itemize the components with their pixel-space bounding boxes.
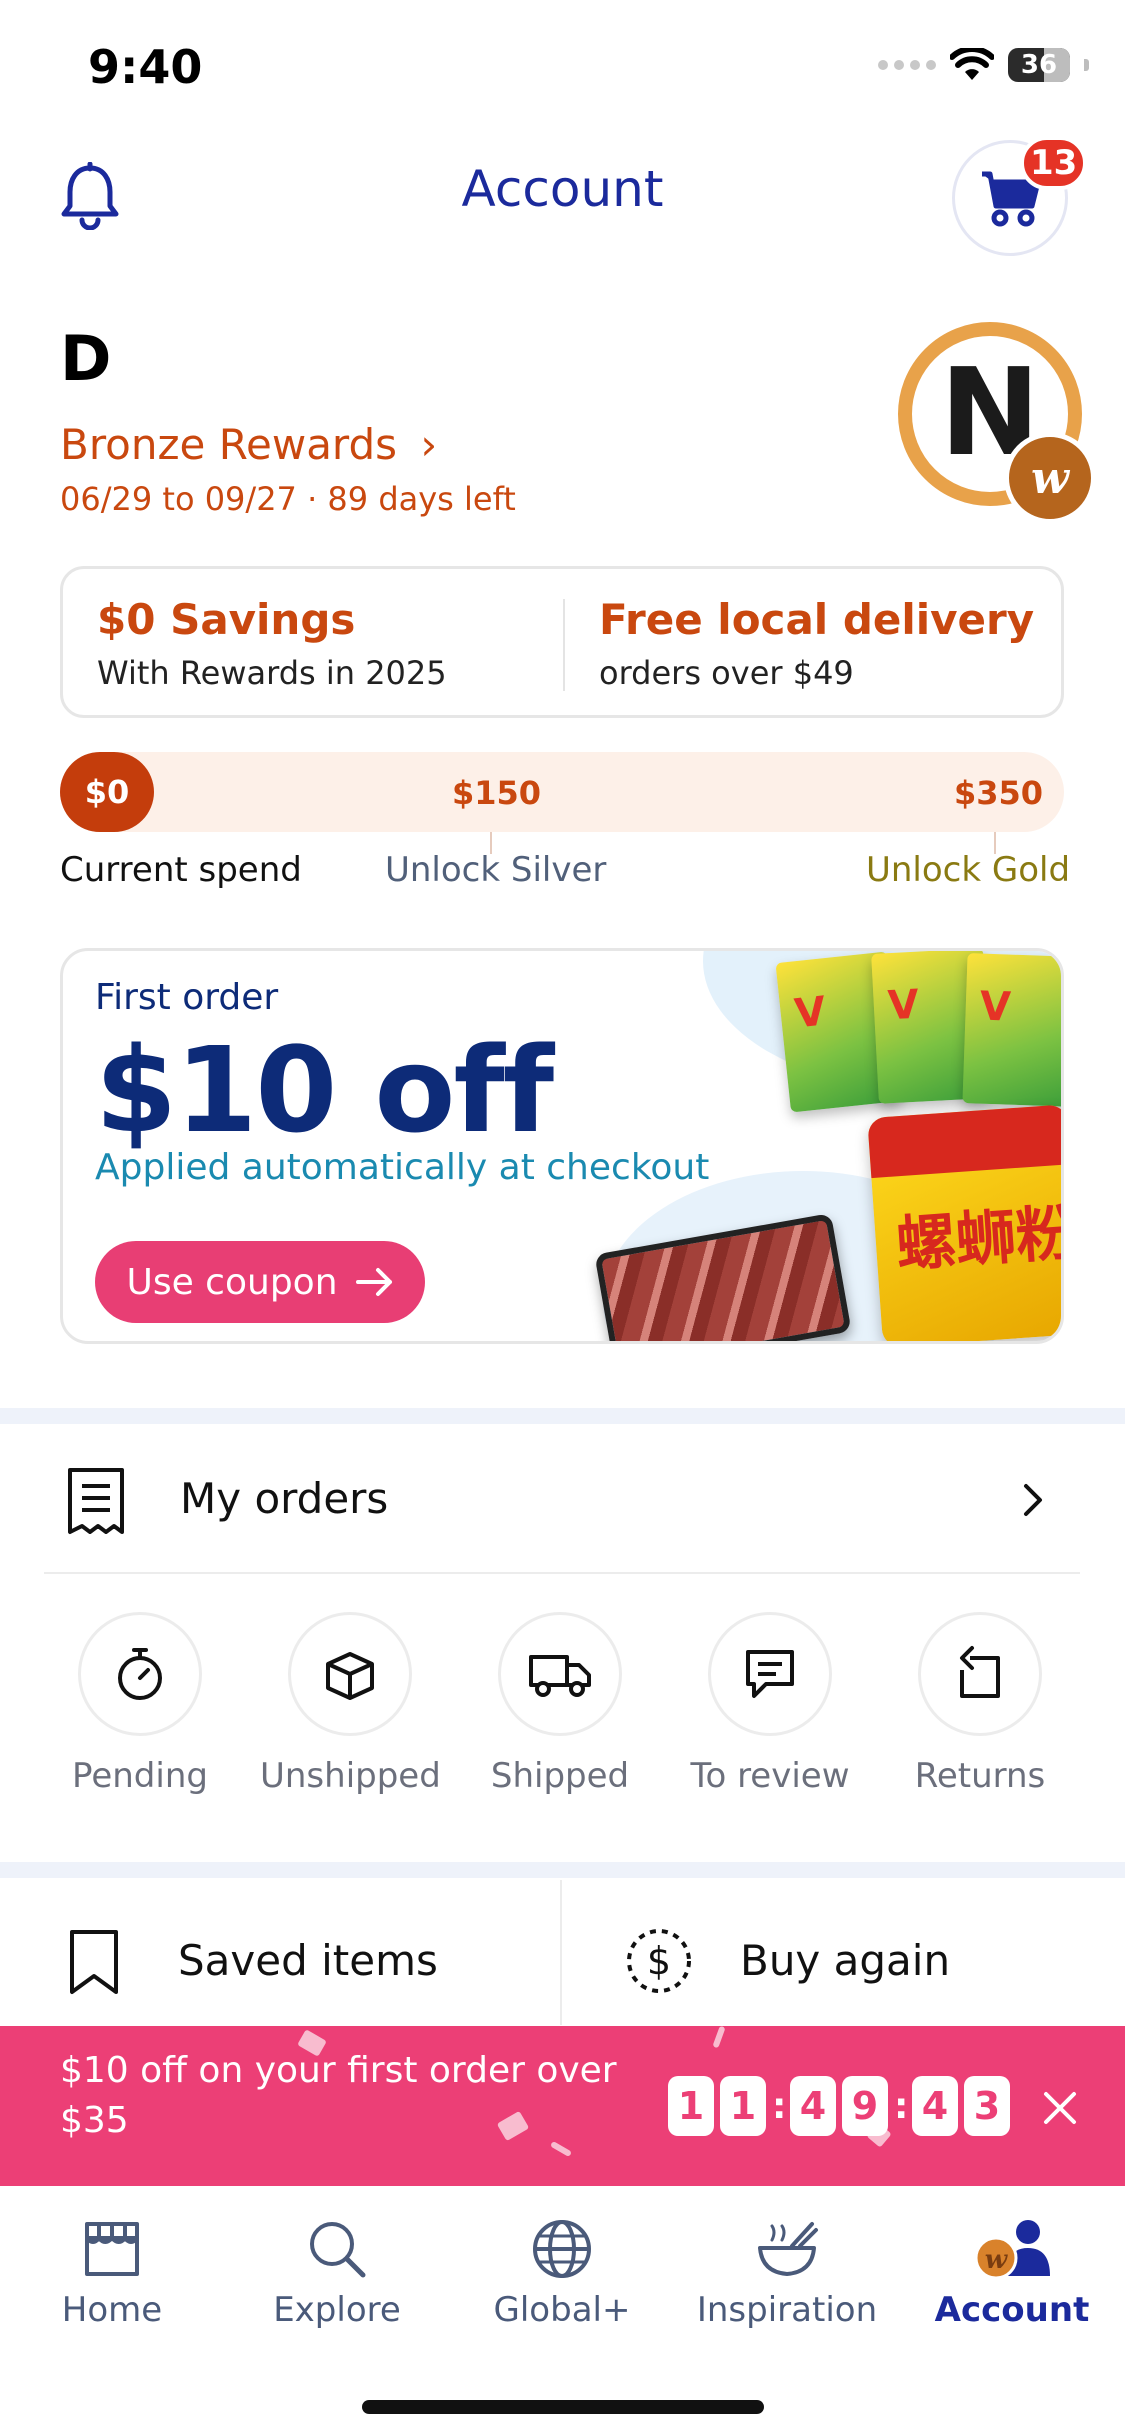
status-time: 9:40 [88, 40, 203, 94]
tab-label: Account [934, 2290, 1090, 2330]
order-status-label: To review [690, 1756, 850, 1796]
avatar-brand-badge: w [1004, 432, 1096, 524]
use-coupon-button[interactable]: Use coupon [95, 1241, 425, 1323]
current-spend-label: Current spend [60, 850, 302, 890]
delivery-title: Free local delivery [599, 595, 1035, 644]
saved-items-label: Saved items [178, 1936, 438, 1985]
stopwatch-icon [78, 1612, 202, 1736]
delivery-benefit: Free local delivery orders over $49 [599, 569, 1034, 715]
globe-icon [462, 2212, 662, 2286]
order-status-to-review[interactable]: To review [680, 1612, 860, 1796]
status-indicators: 36 [878, 48, 1089, 82]
arrow-right-icon [355, 1268, 392, 1296]
countdown-separator: : [894, 2085, 909, 2127]
home-indicator [362, 2400, 764, 2414]
order-status-returns[interactable]: Returns [890, 1612, 1070, 1796]
order-status-pending[interactable]: Pending [50, 1612, 230, 1796]
savings-benefit: $0 Savings With Rewards in 2025 [97, 569, 447, 715]
my-orders-label: My orders [180, 1474, 389, 1523]
box-icon [288, 1612, 412, 1736]
battery-level: 36 [1020, 50, 1058, 80]
cart-count-badge: 13 [1020, 136, 1088, 190]
silver-milestone-label: Unlock Silver [385, 850, 607, 890]
bookmark-icon [70, 1930, 118, 1994]
rewards-tier-link[interactable]: Bronze Rewards › [60, 420, 437, 469]
countdown-digit: 3 [964, 2076, 1010, 2136]
store-icon [12, 2212, 212, 2286]
svg-text:w: w [985, 2245, 1009, 2275]
tab-inspiration[interactable]: Inspiration [687, 2212, 887, 2330]
countdown-digit: 9 [842, 2076, 888, 2136]
order-status-unshipped[interactable]: Unshipped [260, 1612, 441, 1796]
section-divider-2 [0, 1862, 1125, 1878]
account-icon: w [912, 2212, 1112, 2286]
coupon-note: Applied automatically at checkout [95, 1147, 710, 1188]
tab-label: Explore [273, 2290, 401, 2330]
repurchase-dollar-icon: $ [627, 1929, 691, 1993]
countdown-digit: 1 [668, 2076, 714, 2136]
my-orders-row[interactable] [0, 1426, 1125, 1572]
countdown-separator: : [772, 2085, 787, 2127]
tab-account[interactable]: w Account [912, 2212, 1112, 2330]
rewards-benefits-card[interactable]: $0 Savings With Rewards in 2025 Free loc… [60, 566, 1064, 718]
gold-milestone-amount: $350 [954, 774, 1044, 812]
use-coupon-label: Use coupon [126, 1261, 338, 1303]
tab-global[interactable]: Global+ [462, 2212, 662, 2330]
promo-text: $10 off on your first order over $35 [60, 2050, 617, 2141]
rewards-tier-label: Bronze Rewards [60, 420, 398, 469]
saved-items-button[interactable]: Saved items [0, 1880, 560, 2025]
search-icon [237, 2212, 437, 2286]
svg-text:$: $ [647, 1939, 671, 1983]
truck-icon [498, 1612, 622, 1736]
countdown-digit: 1 [720, 2076, 766, 2136]
return-icon [918, 1612, 1042, 1736]
benefits-divider [563, 599, 565, 691]
snail-noodle-pack-image: 螺蛳粉 [867, 1104, 1061, 1341]
battery-icon: 36 [1008, 48, 1070, 82]
countdown-timer: 1 1 : 4 9 : 4 3 [668, 2076, 1010, 2136]
delivery-subtitle: orders over $49 [599, 654, 854, 692]
tab-label: Global+ [493, 2290, 631, 2330]
coupon-amount: $10 off [95, 1021, 554, 1159]
rewards-period: 06/29 to 09/27 · 89 days left [60, 480, 516, 518]
close-icon[interactable] [1040, 2088, 1080, 2128]
confetti [712, 2026, 726, 2049]
first-order-promo-banner[interactable]: $10 off on your first order over $35 1 1… [0, 2026, 1125, 2186]
order-status-label: Pending [72, 1756, 208, 1796]
wifi-icon [950, 48, 994, 80]
tab-explore[interactable]: Explore [237, 2212, 437, 2330]
chevron-right-icon [1024, 1484, 1042, 1516]
order-status-label: Unshipped [260, 1756, 441, 1796]
countdown-digit: 4 [790, 2076, 836, 2136]
cellular-signal-icon [878, 60, 936, 70]
order-status-label: Returns [914, 1756, 1046, 1796]
savings-subtitle: With Rewards in 2025 [97, 654, 447, 692]
current-spend-marker: $0 [60, 752, 154, 832]
gold-milestone-label: Unlock Gold [866, 850, 1071, 890]
orders-divider [44, 1572, 1080, 1574]
countdown-digit: 4 [912, 2076, 958, 2136]
silver-milestone-amount: $150 [452, 774, 542, 812]
battery-nub [1084, 59, 1089, 71]
spend-progress-bar [60, 752, 1064, 832]
user-name: D [60, 322, 112, 395]
tab-label: Home [61, 2290, 163, 2330]
bowl-icon [687, 2212, 887, 2286]
first-order-coupon-card[interactable]: V V V 螺蛳粉 First order $10 off Applied au… [60, 948, 1064, 1344]
receipt-icon [68, 1468, 124, 1534]
order-status-shipped[interactable]: Shipped [470, 1612, 650, 1796]
order-status-label: Shipped [490, 1756, 630, 1796]
tab-label: Inspiration [696, 2290, 878, 2330]
section-divider [0, 1408, 1125, 1424]
chevron-right-icon: › [420, 420, 438, 469]
lemon-tea-box-image-3: V [962, 953, 1061, 1107]
tab-home[interactable]: Home [12, 2212, 212, 2330]
savings-title: $0 Savings [97, 595, 356, 644]
chat-icon [708, 1612, 832, 1736]
coupon-kicker: First order [95, 977, 279, 1018]
buy-again-label: Buy again [740, 1936, 951, 1985]
buy-again-button[interactable]: $ Buy again [562, 1880, 1125, 2025]
